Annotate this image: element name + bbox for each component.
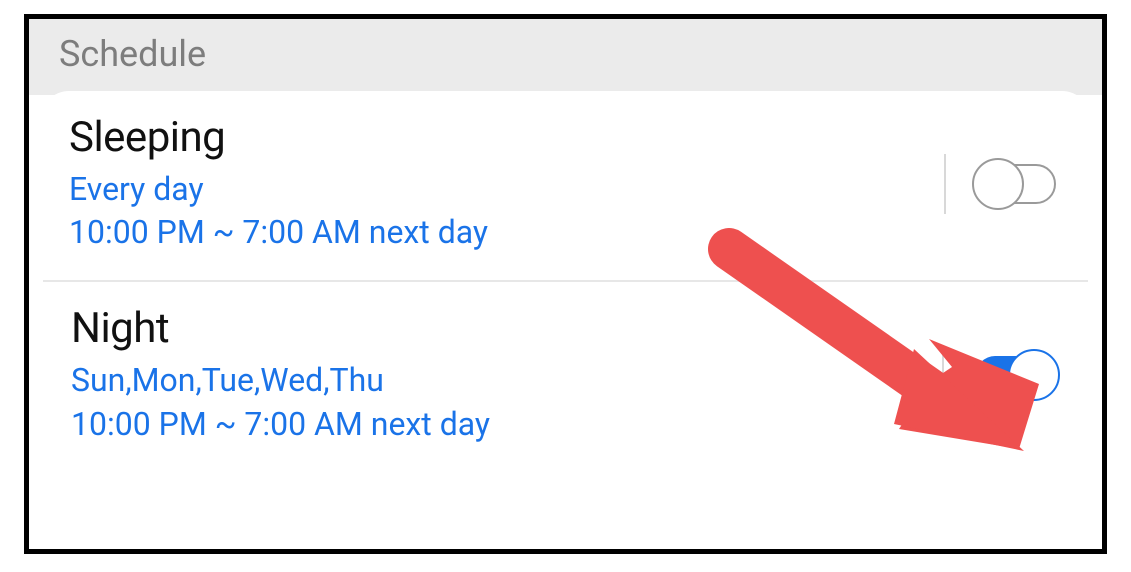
row-controls bbox=[944, 154, 1062, 214]
vertical-divider bbox=[944, 154, 946, 214]
schedule-row-night[interactable]: Night Sun,Mon,Tue,Wed,Thu 10:00 PM ~ 7:0… bbox=[43, 280, 1088, 471]
schedule-toggle-sleeping[interactable] bbox=[972, 158, 1062, 210]
schedule-days: Every day bbox=[69, 168, 944, 211]
schedule-time: 10:00 PM ~ 7:00 AM next day bbox=[71, 403, 942, 446]
schedule-time: 10:00 PM ~ 7:00 AM next day bbox=[69, 211, 944, 254]
vertical-divider bbox=[942, 345, 944, 405]
schedule-title: Night bbox=[71, 304, 942, 353]
schedule-row-text[interactable]: Sleeping Every day 10:00 PM ~ 7:00 AM ne… bbox=[69, 113, 944, 254]
schedule-title: Sleeping bbox=[69, 113, 944, 162]
schedule-row-text[interactable]: Night Sun,Mon,Tue,Wed,Thu 10:00 PM ~ 7:0… bbox=[71, 304, 942, 445]
schedule-card: Sleeping Every day 10:00 PM ~ 7:00 AM ne… bbox=[41, 91, 1090, 472]
schedule-toggle-night[interactable] bbox=[970, 349, 1060, 401]
schedule-row-sleeping[interactable]: Sleeping Every day 10:00 PM ~ 7:00 AM ne… bbox=[41, 91, 1090, 280]
row-controls bbox=[942, 345, 1060, 405]
section-header: Schedule bbox=[29, 19, 1102, 95]
screenshot-frame: Schedule Sleeping Every day 10:00 PM ~ 7… bbox=[24, 14, 1107, 554]
schedule-days: Sun,Mon,Tue,Wed,Thu bbox=[71, 359, 942, 402]
section-title: Schedule bbox=[59, 33, 1072, 75]
